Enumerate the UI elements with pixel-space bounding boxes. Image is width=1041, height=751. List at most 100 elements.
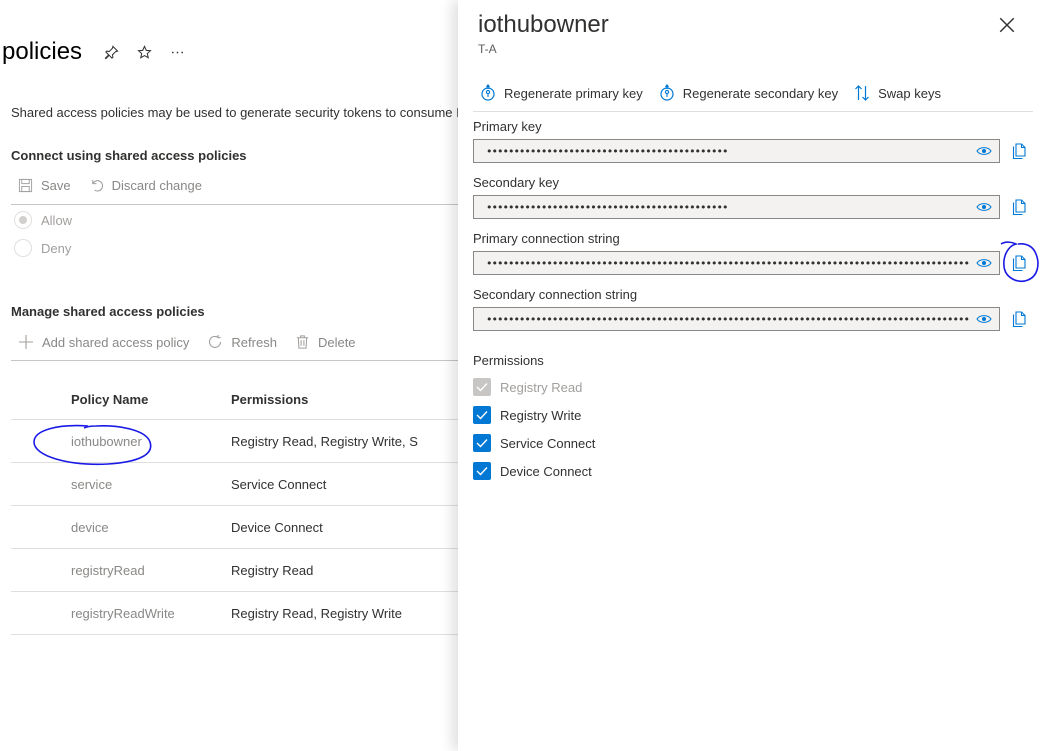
- permission-label: Service Connect: [500, 435, 596, 451]
- eye-icon[interactable]: [969, 146, 999, 156]
- permissions-title: Permissions: [473, 353, 544, 368]
- permission-label: Registry Write: [500, 407, 582, 423]
- add-policy-button[interactable]: Add shared access policy: [18, 334, 189, 350]
- policy-name-cell[interactable]: service: [11, 477, 231, 492]
- undo-icon: [91, 179, 103, 192]
- policy-name-cell[interactable]: registryReadWrite: [11, 606, 231, 621]
- eye-icon[interactable]: [969, 258, 999, 268]
- copy-icon[interactable]: [1011, 310, 1027, 328]
- radio-deny-label: Deny: [41, 240, 72, 256]
- table-row[interactable]: service Service Connect: [11, 463, 458, 506]
- permission-registry-write[interactable]: Registry Write: [473, 406, 581, 424]
- table-row[interactable]: registryReadWrite Registry Read, Registr…: [11, 592, 458, 635]
- checkbox-checked-icon[interactable]: [473, 406, 491, 424]
- eye-icon[interactable]: [969, 314, 999, 324]
- manage-toolbar-divider: [11, 360, 458, 361]
- eye-icon[interactable]: [969, 202, 999, 212]
- trash-icon: [296, 335, 309, 349]
- policy-name-cell[interactable]: iothubowner: [11, 434, 231, 449]
- discard-change-button[interactable]: Discard change: [89, 178, 202, 193]
- primary-connection-string-label: Primary connection string: [473, 231, 620, 246]
- panel-toolbar-divider: [473, 111, 1033, 112]
- copy-icon[interactable]: [1011, 254, 1027, 272]
- regenerate-primary-label: Regenerate primary key: [504, 85, 643, 101]
- primary-key-value: ••••••••••••••••••••••••••••••••••••••••…: [486, 144, 728, 158]
- secondary-connection-string-label: Secondary connection string: [473, 287, 638, 302]
- manage-section-heading: Manage shared access policies: [11, 304, 205, 319]
- panel-title: iothubowner: [478, 11, 609, 38]
- table-row[interactable]: device Device Connect: [11, 506, 458, 549]
- regenerate-primary-key-button[interactable]: Regenerate primary key: [480, 84, 643, 102]
- policies-table: Policy Name Permissions iothubowner Regi…: [11, 380, 458, 635]
- column-header-policy-name[interactable]: Policy Name: [11, 392, 231, 407]
- more-icon[interactable]: [169, 44, 186, 61]
- panel-subtitle: T-A: [478, 42, 497, 56]
- permission-label: Device Connect: [500, 463, 592, 479]
- secondary-connection-string-field[interactable]: ••••••••••••••••••••••••••••••••••••••••…: [473, 307, 1000, 331]
- permissions-cell: Registry Read, Registry Write: [231, 605, 402, 621]
- description-text: Shared access policies may be used to ge…: [11, 105, 458, 120]
- toolbar-divider: [11, 204, 458, 205]
- radio-allow[interactable]: Allow: [14, 211, 72, 229]
- regenerate-secondary-label: Regenerate secondary key: [682, 85, 839, 101]
- page-title: policies: [2, 38, 83, 65]
- primary-connection-string-field[interactable]: ••••••••••••••••••••••••••••••••••••••••…: [473, 251, 1000, 275]
- discard-label: Discard change: [111, 178, 202, 193]
- swap-keys-button[interactable]: Swap keys: [854, 84, 941, 102]
- title-actions: [103, 44, 186, 61]
- checkbox-checked-icon[interactable]: [473, 462, 491, 480]
- permissions-cell: Registry Read: [231, 562, 314, 578]
- delete-button[interactable]: Delete: [295, 334, 356, 350]
- refresh-button[interactable]: Refresh: [207, 334, 277, 350]
- permission-label: Registry Read: [500, 379, 583, 395]
- permissions-cell: Device Connect: [231, 519, 323, 535]
- secondary-connection-string-value: ••••••••••••••••••••••••••••••••••••••••…: [486, 312, 969, 326]
- copy-icon[interactable]: [1011, 198, 1027, 216]
- table-header: Policy Name Permissions: [11, 380, 458, 420]
- refresh-label: Refresh: [231, 334, 277, 350]
- policy-name-cell[interactable]: device: [11, 520, 231, 535]
- checkbox-checked-icon[interactable]: [473, 434, 491, 452]
- permissions-cell: Service Connect: [231, 476, 327, 492]
- column-header-permissions[interactable]: Permissions: [231, 392, 458, 407]
- secondary-key-label: Secondary key: [473, 175, 559, 190]
- save-icon: [18, 178, 33, 193]
- key-refresh-icon: [481, 84, 495, 101]
- regenerate-secondary-key-button[interactable]: Regenerate secondary key: [659, 84, 838, 102]
- primary-connection-string-value: ••••••••••••••••••••••••••••••••••••••••…: [486, 256, 969, 270]
- close-icon[interactable]: [998, 16, 1016, 34]
- permission-device-connect[interactable]: Device Connect: [473, 462, 592, 480]
- policies-blade: policies Shared access policies may be u…: [0, 0, 458, 751]
- secondary-key-value: ••••••••••••••••••••••••••••••••••••••••…: [486, 200, 728, 214]
- policy-detail-panel: iothubowner T-A Regenerate primary key R…: [458, 0, 1041, 751]
- swap-keys-label: Swap keys: [878, 85, 941, 101]
- secondary-key-field[interactable]: ••••••••••••••••••••••••••••••••••••••••…: [473, 195, 1000, 219]
- radio-deny-circle[interactable]: [14, 239, 32, 257]
- add-policy-label: Add shared access policy: [42, 334, 190, 350]
- panel-toolbar: Regenerate primary key Regenerate second…: [480, 84, 957, 102]
- permission-service-connect[interactable]: Service Connect: [473, 434, 595, 452]
- copy-icon[interactable]: [1011, 142, 1027, 160]
- save-button[interactable]: Save: [18, 178, 71, 193]
- plus-icon: [19, 335, 33, 349]
- radio-deny[interactable]: Deny: [14, 239, 71, 257]
- save-label: Save: [41, 178, 71, 193]
- radio-allow-label: Allow: [41, 212, 73, 228]
- policy-name-cell[interactable]: registryRead: [11, 563, 231, 578]
- refresh-icon: [209, 335, 222, 348]
- manage-toolbar: Add shared access policy Refresh Delete: [18, 334, 368, 350]
- table-row[interactable]: iothubowner Registry Read, Registry Writ…: [11, 420, 458, 463]
- delete-label: Delete: [317, 334, 356, 350]
- primary-key-label: Primary key: [473, 119, 542, 134]
- star-icon[interactable]: [136, 44, 153, 61]
- connect-section-heading: Connect using shared access policies: [11, 148, 247, 163]
- checkbox-checked-icon: [473, 378, 491, 396]
- table-row[interactable]: registryRead Registry Read: [11, 549, 458, 592]
- pin-icon[interactable]: [103, 44, 120, 61]
- radio-allow-circle[interactable]: [14, 211, 32, 229]
- permissions-cell: Registry Read, Registry Write, S: [231, 433, 418, 449]
- key-refresh-icon: [660, 84, 674, 101]
- primary-key-field[interactable]: ••••••••••••••••••••••••••••••••••••••••…: [473, 139, 1000, 163]
- connect-toolbar: Save Discard change: [18, 178, 214, 193]
- permission-registry-read: Registry Read: [473, 378, 582, 396]
